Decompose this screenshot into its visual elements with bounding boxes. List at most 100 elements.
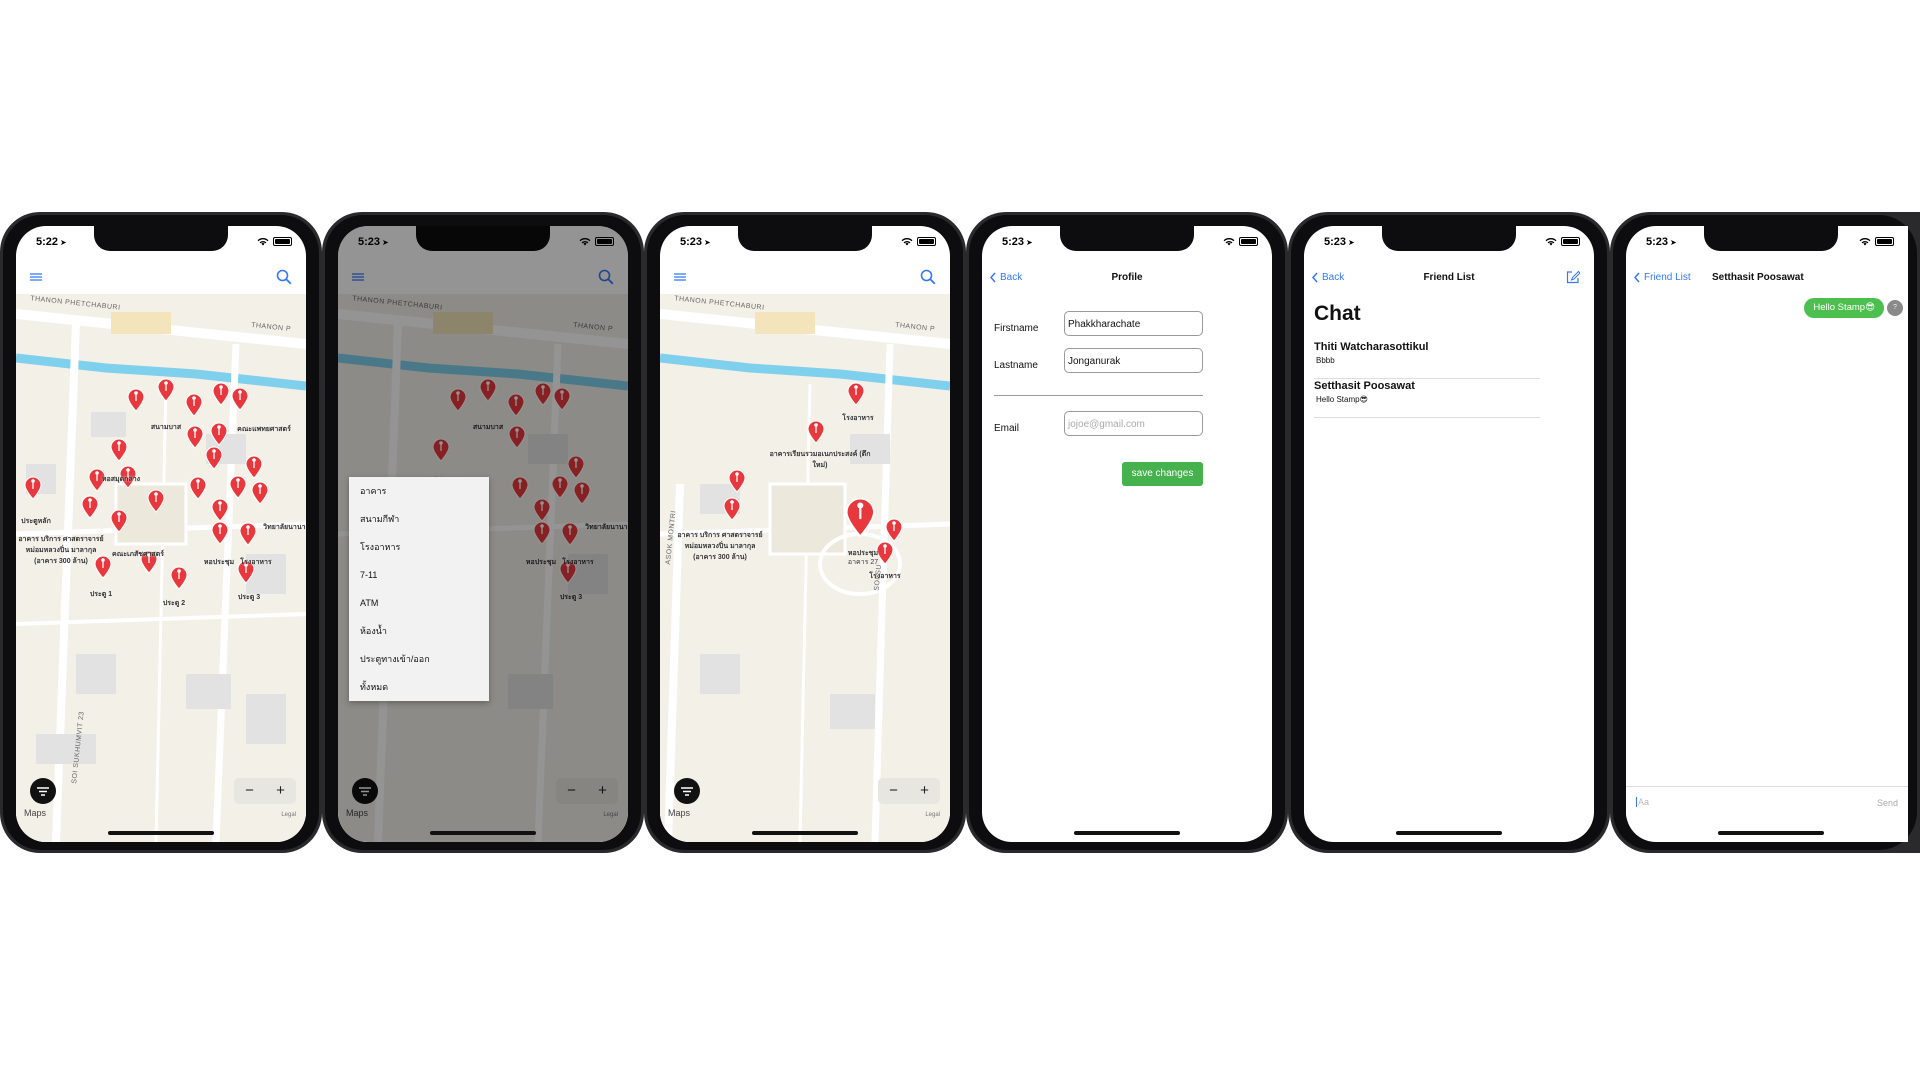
map-pin-icon[interactable] xyxy=(885,518,903,542)
status-time: 5:23 ➤ xyxy=(1002,236,1033,248)
lastname-field[interactable]: Jonganurak xyxy=(1064,348,1203,373)
battery-icon xyxy=(1875,237,1894,246)
menu-icon[interactable] xyxy=(674,273,686,281)
back-button[interactable]: Friend List xyxy=(1634,272,1691,283)
map-label: ประตู 3 xyxy=(237,594,261,601)
map-pin-icon[interactable] xyxy=(211,498,229,522)
battery-icon xyxy=(1239,237,1258,246)
chat-preview: Bbbb xyxy=(1316,356,1335,365)
screen: 5:23 ➤ Back Friend List Chat Thiti Watcha… xyxy=(1304,226,1594,842)
map-pin-icon[interactable] xyxy=(807,420,825,444)
map-label: อาคาร บริการ ศาสตราจารย์ หม่อมหลวงปิ่น ม… xyxy=(677,532,763,561)
map-view[interactable]: THANON PHETCHABURI THANON P SOI SUKHUMVI… xyxy=(16,294,306,842)
save-changes-button[interactable]: save changes xyxy=(1122,462,1203,486)
zoom-in-button[interactable]: + xyxy=(265,778,296,804)
filter-option-canteen[interactable]: โรงอาหาร xyxy=(349,533,489,561)
home-indicator xyxy=(752,831,858,835)
map-label: สนามบาส xyxy=(150,424,182,431)
map-pin-icon[interactable] xyxy=(157,378,175,402)
filter-option-stadium[interactable]: สนามกีฬา xyxy=(349,505,489,533)
map-pin-icon[interactable] xyxy=(24,476,42,500)
map-pin-icon[interactable] xyxy=(251,481,269,505)
email-field[interactable]: jojoe@gmail.com xyxy=(1064,411,1203,436)
notch xyxy=(1704,226,1838,251)
map-pin-icon[interactable] xyxy=(127,388,145,412)
zoom-out-button[interactable]: − xyxy=(234,778,265,804)
screen: 5:22 ➤ THANON PHETCHABURI THANON P SOI SU… xyxy=(16,226,306,842)
home-indicator xyxy=(108,831,214,835)
apple-maps-logo: Maps xyxy=(24,808,47,818)
firstname-label: Firstname xyxy=(994,323,1039,334)
battery-icon xyxy=(273,237,292,246)
map-pin-icon[interactable] xyxy=(211,521,229,545)
map-pin-icon[interactable] xyxy=(231,387,249,411)
wifi-icon xyxy=(1223,238,1235,246)
search-icon[interactable] xyxy=(276,269,292,285)
page-title: Profile xyxy=(1111,272,1143,283)
status-time: 5:23 ➤ xyxy=(680,236,711,248)
notch xyxy=(1060,226,1194,251)
chat-heading: Chat xyxy=(1314,302,1361,325)
map-pin-icon[interactable] xyxy=(229,475,247,499)
map-pin-icon[interactable] xyxy=(847,382,865,406)
menu-icon[interactable] xyxy=(30,273,42,281)
chevron-left-icon xyxy=(1634,272,1640,283)
send-button[interactable]: Send xyxy=(1877,798,1898,808)
chat-list-item[interactable]: Thiti Watcharasottikul Bbbb xyxy=(1314,340,1540,379)
map-label: อาคาร 27 xyxy=(847,559,879,566)
home-indicator xyxy=(1718,831,1824,835)
map-pin-icon[interactable] xyxy=(81,495,99,519)
message-input[interactable]: Aa xyxy=(1636,797,1649,807)
phone-map: 5:22 ➤ THANON PHETCHABURI THANON P SOI SU… xyxy=(0,212,322,853)
battery-icon xyxy=(1561,237,1580,246)
firstname-field[interactable]: Phakkharachate xyxy=(1064,311,1203,336)
map-pin-icon[interactable] xyxy=(212,382,230,406)
filter-option-gate[interactable]: ประตูทางเข้า/ออก xyxy=(349,645,489,673)
filter-option-restroom[interactable]: ห้องน้ำ xyxy=(349,617,489,645)
search-icon[interactable] xyxy=(920,269,936,285)
map-pin-icon[interactable] xyxy=(723,497,741,521)
map-pin-icon[interactable] xyxy=(189,476,207,500)
map-toolbar xyxy=(660,260,950,294)
map-label: หอประชุม xyxy=(203,559,235,566)
filter-button[interactable] xyxy=(30,778,56,804)
nav-bar: Friend List Setthasit Poosawat xyxy=(1626,260,1908,296)
map-view[interactable]: THANON PHETCHABURI THANON P ASOK MONTRI … xyxy=(660,294,950,842)
zoom-in-button[interactable]: + xyxy=(909,778,940,804)
map-pin-icon[interactable] xyxy=(845,497,876,538)
map-pin-icon[interactable] xyxy=(185,393,203,417)
map-label: อาคารเรียนรวมอเนกประสงค์ (ตึกใหม่) xyxy=(769,451,871,469)
map-pin-icon[interactable] xyxy=(186,425,204,449)
map-pin-icon[interactable] xyxy=(110,509,128,533)
zoom-out-button[interactable]: − xyxy=(878,778,909,804)
map-label: โรงอาหาร xyxy=(842,415,874,422)
phone-conversation: 5:23 ➤ Friend List Setthasit Poosawat Hel… xyxy=(1610,212,1920,853)
filter-option-711[interactable]: 7-11 xyxy=(349,561,489,589)
filter-option-building[interactable]: อาคาร xyxy=(349,477,489,505)
chat-list-item[interactable]: Setthasit Poosawat Hello Stamp😎 xyxy=(1314,379,1540,418)
filter-option-all[interactable]: ทั้งหมด xyxy=(349,673,489,701)
page-title: Friend List xyxy=(1423,272,1475,283)
wifi-icon xyxy=(901,238,913,246)
nav-bar: Back Friend List xyxy=(1304,260,1594,296)
map-pin-icon[interactable] xyxy=(205,446,223,470)
home-indicator xyxy=(430,831,536,835)
map-pin-icon[interactable] xyxy=(728,469,746,493)
map-pin-icon[interactable] xyxy=(245,455,263,479)
filter-button[interactable] xyxy=(674,778,700,804)
compose-icon[interactable] xyxy=(1566,270,1580,284)
map-pin-icon[interactable] xyxy=(110,438,128,462)
map-pin-icon[interactable] xyxy=(170,566,188,590)
wifi-icon xyxy=(257,238,269,246)
map-pin-icon[interactable] xyxy=(210,422,228,446)
phone-profile: 5:23 ➤ Back Profile Firstname Phakkharach… xyxy=(966,212,1288,853)
screen: 5:23 ➤ THANON PHETCHABURI THANON P ASOK M… xyxy=(660,226,950,842)
legal-link[interactable]: Legal xyxy=(281,812,296,818)
legal-link[interactable]: Legal xyxy=(925,812,940,818)
map-pin-icon[interactable] xyxy=(239,522,257,546)
status-time: 5:22 ➤ xyxy=(36,236,67,248)
map-pin-icon[interactable] xyxy=(876,541,894,565)
map-pin-icon[interactable] xyxy=(147,489,165,513)
filter-option-atm[interactable]: ATM xyxy=(349,589,489,617)
map-tiles xyxy=(16,294,306,842)
